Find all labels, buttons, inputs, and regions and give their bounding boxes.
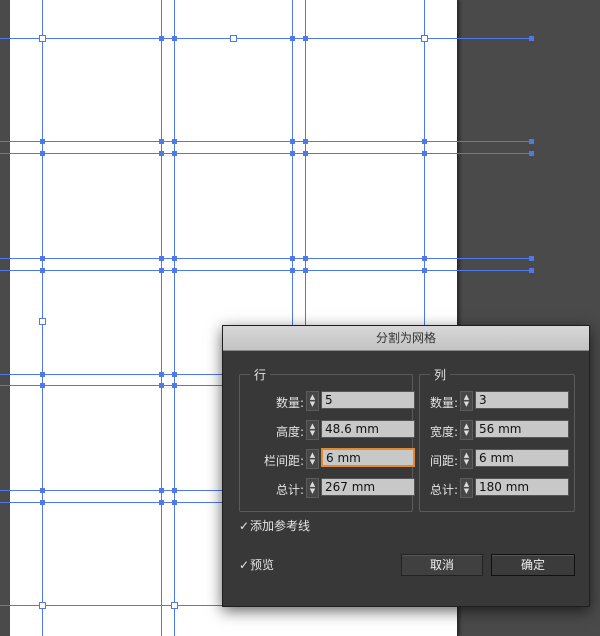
cols-gutter-label: 间距:: [429, 454, 458, 468]
cols-number-stepper[interactable]: ▲ ▼: [460, 391, 473, 411]
ok-button[interactable]: 确定: [491, 554, 575, 576]
cols-gutter-stepper[interactable]: ▲ ▼: [460, 449, 473, 469]
cols-width-stepper[interactable]: ▲ ▼: [460, 420, 473, 440]
cols-width-row: 宽度: ▲ ▼ 56 mm: [420, 420, 574, 440]
rows-total-row: 总计: ▲ ▼ 267 mm: [240, 478, 415, 498]
cols-width-input[interactable]: 56 mm: [475, 420, 569, 438]
stepper-down-icon[interactable]: ▼: [310, 401, 315, 408]
columns-group-title: 列: [430, 366, 451, 383]
cols-number-label: 数量:: [429, 396, 458, 410]
split-into-grid-dialog: 分割为网格 行 数量: ▲ ▼ 5 高度: ▲ ▼ 48.6 mm 栏间距: ▲ ▼ …: [222, 325, 590, 607]
rows-gutter-input[interactable]: 6 mm: [321, 448, 415, 467]
cols-total-row: 总计: ▲ ▼ 180 mm: [420, 478, 574, 498]
checkmark-icon: ✓: [239, 558, 250, 572]
rows-number-label: 数量:: [275, 396, 304, 410]
rows-number-row: 数量: ▲ ▼ 5: [240, 391, 415, 411]
rows-total-label: 总计:: [275, 483, 304, 497]
guide-node: [529, 36, 534, 41]
cols-gutter-input[interactable]: 6 mm: [475, 449, 569, 467]
stepper-down-icon[interactable]: ▼: [310, 430, 315, 437]
rows-number-input[interactable]: 5: [321, 391, 415, 409]
rows-gutter-stepper[interactable]: ▲ ▼: [306, 449, 319, 469]
guide-node: [529, 268, 534, 273]
stepper-down-icon[interactable]: ▼: [464, 430, 469, 437]
rows-gutter-label: 栏间距:: [263, 454, 304, 468]
preview-checkbox[interactable]: ✓预览: [239, 556, 274, 573]
rows-total-stepper[interactable]: ▲ ▼: [306, 478, 319, 498]
checkmark-icon: ✓: [239, 519, 250, 533]
preview-label: 预览: [250, 558, 275, 572]
dialog-title: 分割为网格: [223, 326, 589, 351]
cancel-button[interactable]: 取消: [401, 554, 483, 576]
cols-total-label: 总计:: [429, 483, 458, 497]
cols-number-row: 数量: ▲ ▼ 3: [420, 391, 574, 411]
rows-gutter-row: 栏间距: ▲ ▼ 6 mm: [240, 448, 415, 469]
guide-node: [529, 256, 534, 261]
cols-gutter-row: 间距: ▲ ▼ 6 mm: [420, 449, 574, 469]
stepper-down-icon[interactable]: ▼: [310, 459, 315, 466]
columns-group: 列 数量: ▲ ▼ 3 宽度: ▲ ▼ 56 mm 间距: ▲ ▼ 6 mm 总计: …: [419, 366, 575, 512]
rows-height-label: 高度:: [275, 425, 304, 439]
cols-number-input[interactable]: 3: [475, 391, 569, 409]
stepper-down-icon[interactable]: ▼: [310, 488, 315, 495]
stepper-down-icon[interactable]: ▼: [464, 459, 469, 466]
add-guides-label: 添加参考线: [250, 519, 311, 533]
cols-total-input[interactable]: 180 mm: [475, 478, 569, 496]
rows-height-input[interactable]: 48.6 mm: [321, 420, 415, 438]
guide-node: [529, 139, 534, 144]
stepper-down-icon[interactable]: ▼: [464, 401, 469, 408]
guide-node: [529, 151, 534, 156]
rows-height-stepper[interactable]: ▲ ▼: [306, 420, 319, 440]
rows-group: 行 数量: ▲ ▼ 5 高度: ▲ ▼ 48.6 mm 栏间距: ▲ ▼ 6 mm 总…: [239, 366, 415, 512]
rows-height-row: 高度: ▲ ▼ 48.6 mm: [240, 420, 415, 440]
cols-width-label: 宽度:: [429, 425, 458, 439]
rows-group-title: 行: [250, 366, 271, 383]
rows-number-stepper[interactable]: ▲ ▼: [306, 391, 319, 411]
rows-total-input[interactable]: 267 mm: [321, 478, 415, 496]
add-guides-checkbox[interactable]: ✓添加参考线: [239, 517, 310, 534]
stepper-down-icon[interactable]: ▼: [464, 488, 469, 495]
cols-total-stepper[interactable]: ▲ ▼: [460, 478, 473, 498]
